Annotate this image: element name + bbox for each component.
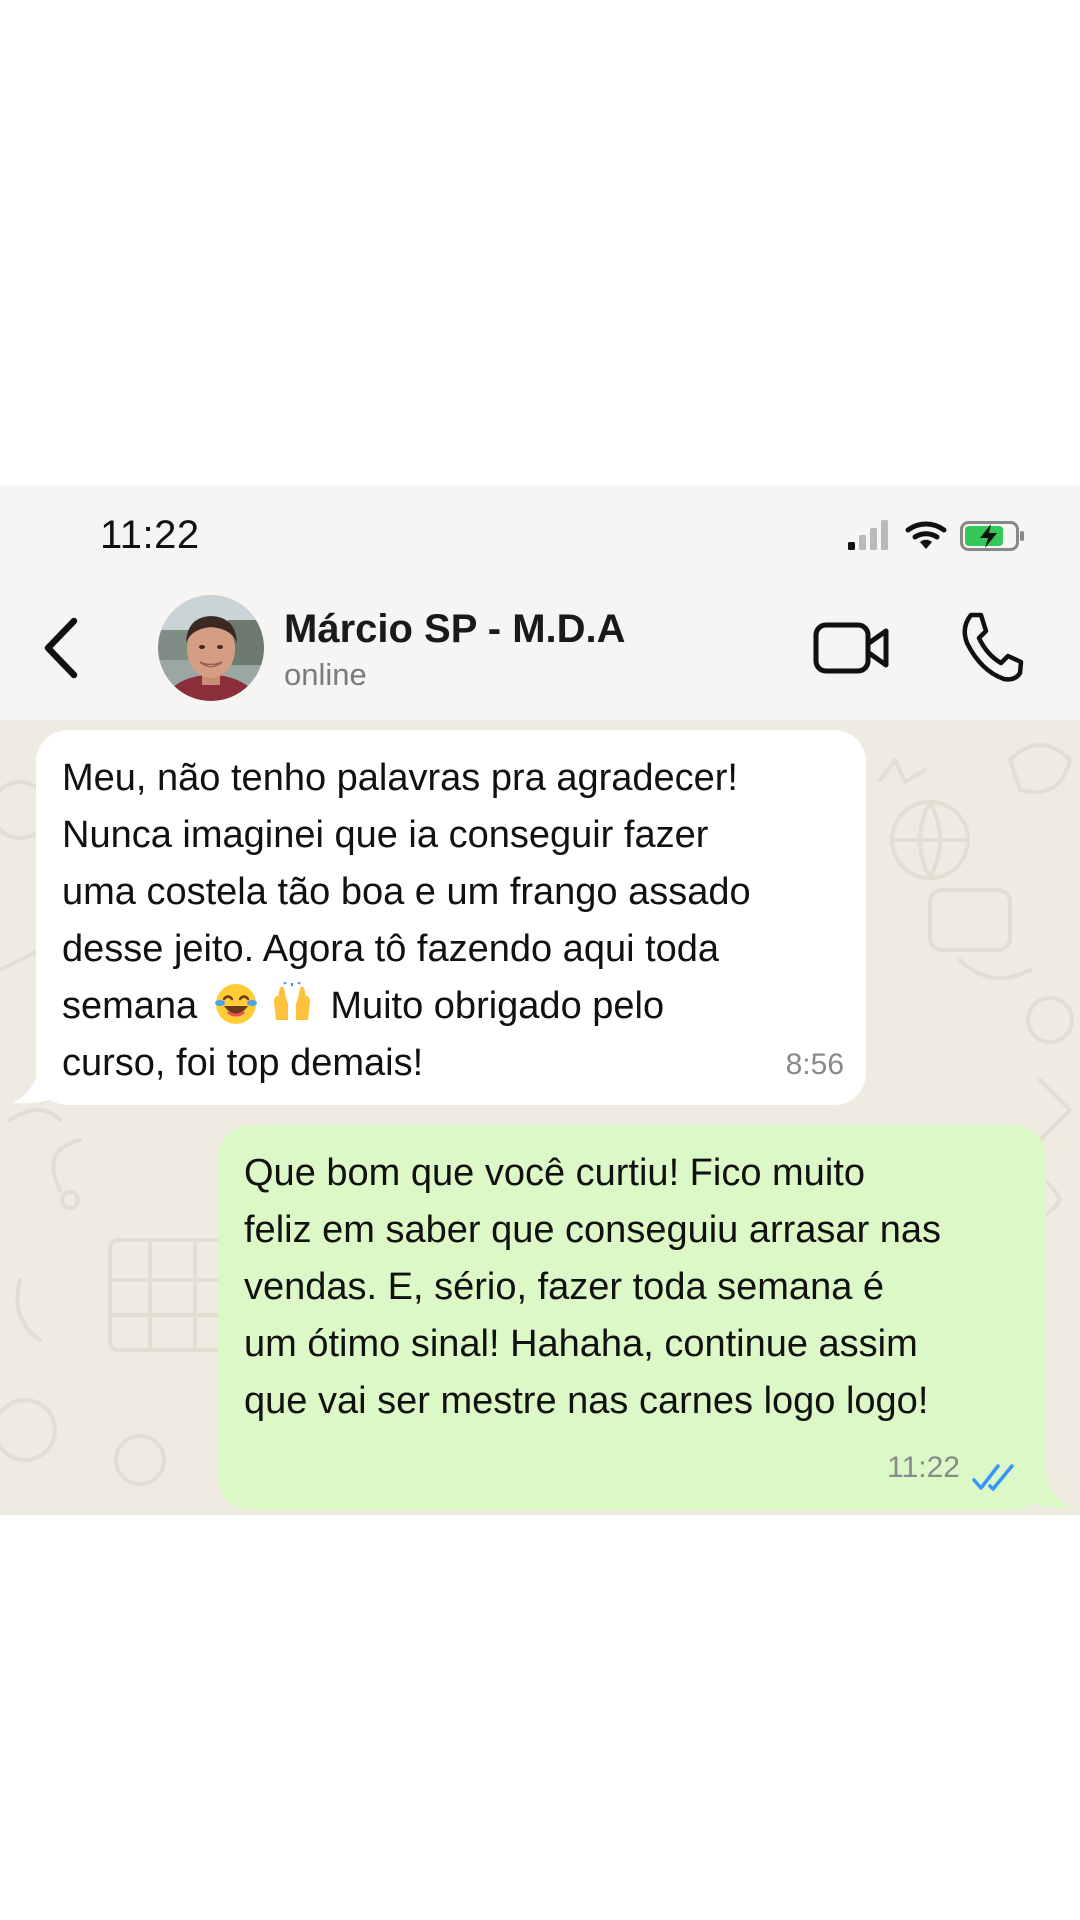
message-time: 11:22	[887, 1451, 960, 1484]
status-icons	[848, 520, 1024, 551]
back-icon	[44, 617, 78, 679]
battery-charging-icon	[960, 521, 1024, 551]
avatar[interactable]	[158, 595, 264, 701]
outgoing-message-bubble[interactable]: Que bom que você curtiu! Fico muito feli…	[218, 1125, 1046, 1510]
wifi-icon	[905, 521, 947, 549]
contact-status: online	[284, 657, 367, 692]
contact-name[interactable]: Márcio SP - M.D.A	[284, 607, 626, 652]
message-time: 8:56	[785, 1048, 844, 1081]
back-button[interactable]	[36, 613, 86, 683]
chat-screen: 11:22 Márcio SP - M.D.A online Meu, não …	[0, 485, 1080, 1515]
video-call-icon	[813, 622, 889, 674]
phone-call-icon	[962, 612, 1024, 682]
status-time: 11:22	[100, 513, 200, 557]
signal-icon	[848, 520, 888, 550]
phone-call-button[interactable]	[955, 607, 1025, 687]
incoming-message-bubble[interactable]: Meu, não tenho palavras pra agradecer! N…	[36, 730, 866, 1105]
chat-messages-area[interactable]: Meu, não tenho palavras pra agradecer! N…	[0, 720, 1080, 1515]
chat-header: Márcio SP - M.D.A online	[0, 585, 1080, 720]
video-call-button[interactable]	[812, 615, 890, 681]
outgoing-message-text: Que bom que você curtiu! Fico muito feli…	[244, 1152, 942, 1422]
avatar-photo	[158, 595, 264, 701]
read-receipt-icon	[972, 1464, 1014, 1491]
raising-hands-emoji-icon	[273, 982, 310, 1020]
laughing-emoji-icon	[214, 984, 257, 1024]
status-bar: 11:22	[0, 485, 1080, 585]
incoming-message-text: Meu, não tenho palavras pra agradecer! N…	[62, 750, 840, 1092]
